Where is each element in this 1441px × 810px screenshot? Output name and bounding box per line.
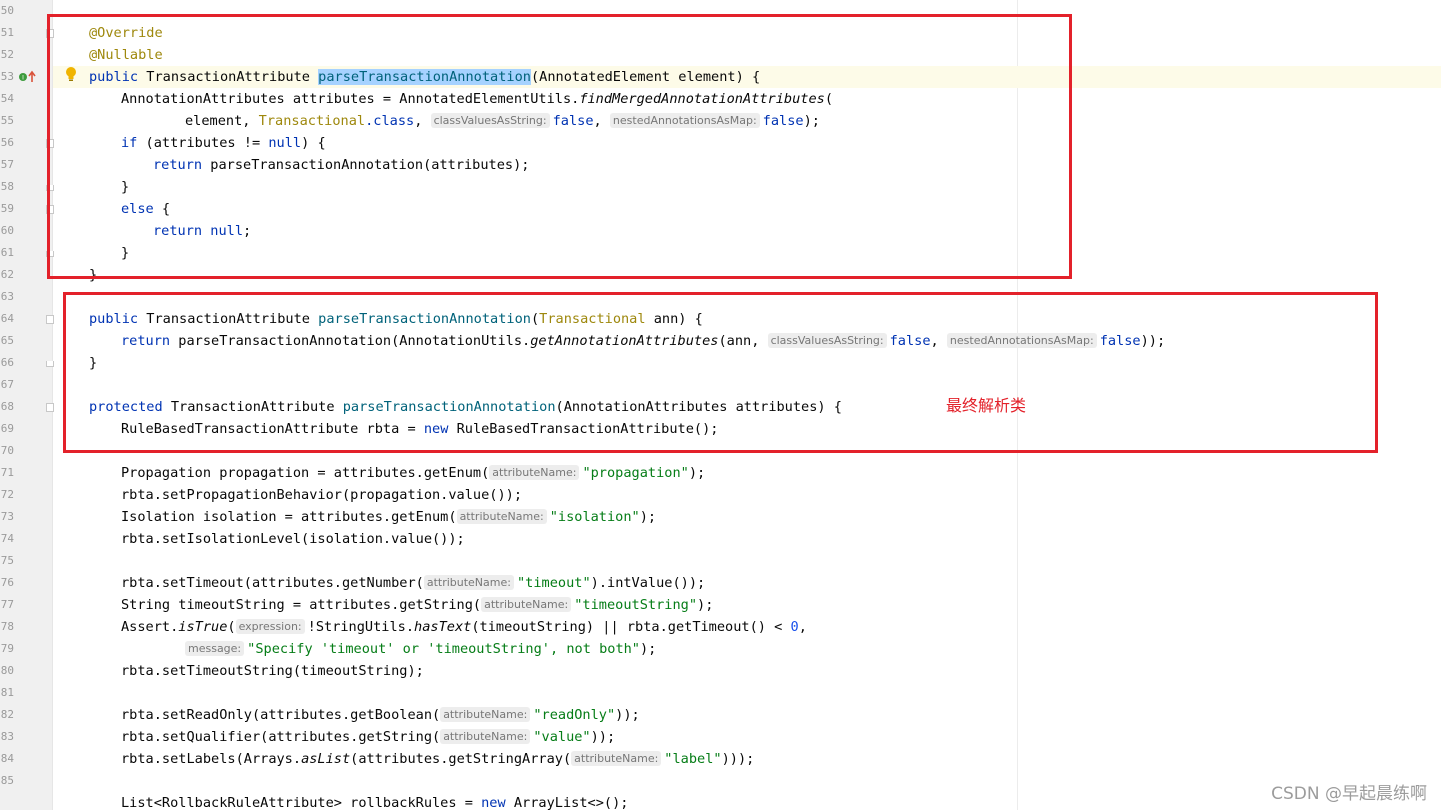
fold-marker[interactable] — [46, 315, 54, 324]
parameter-hint: attributeName: — [440, 729, 531, 744]
parameter-hint: attributeName: — [571, 751, 662, 766]
line-number: 65 — [0, 334, 14, 347]
parameter-hint: attributeName: — [489, 465, 580, 480]
code-line[interactable]: rbta.setIsolationLevel(isolation.value()… — [121, 528, 465, 550]
line-number: 68 — [0, 400, 14, 413]
line-number: 71 — [0, 466, 14, 479]
fold-marker[interactable] — [46, 403, 54, 412]
line-number: 76 — [0, 576, 14, 589]
line-number: 60 — [0, 224, 14, 237]
line-number: 55 — [0, 114, 14, 127]
line-number: 57 — [0, 158, 14, 171]
code-line[interactable]: rbta.setLabels(Arrays.asList(attributes.… — [121, 748, 754, 770]
watermark: CSDN @早起晨练啊 — [1271, 784, 1427, 804]
highlight-box — [47, 14, 1072, 279]
line-number: 80 — [0, 664, 14, 677]
line-number: 62 — [0, 268, 14, 281]
line-number: 61 — [0, 246, 14, 259]
line-number: 77 — [0, 598, 14, 611]
code-line[interactable]: Assert.isTrue(expression: !StringUtils.ha… — [121, 616, 807, 638]
line-number: 54 — [0, 92, 14, 105]
code-line[interactable]: String timeoutString = attributes.getStr… — [121, 594, 713, 616]
line-number: 83 — [0, 730, 14, 743]
code-line[interactable]: rbta.setReadOnly(attributes.getBoolean(a… — [121, 704, 640, 726]
line-number: 69 — [0, 422, 14, 435]
line-number: 64 — [0, 312, 14, 325]
line-number: 82 — [0, 708, 14, 721]
line-number: 52 — [0, 48, 14, 61]
fold-marker[interactable] — [46, 361, 54, 367]
line-number: 85 — [0, 774, 14, 787]
line-number: 78 — [0, 620, 14, 633]
line-number: 56 — [0, 136, 14, 149]
line-number: 53 — [0, 70, 14, 83]
line-number: 59 — [0, 202, 14, 215]
line-number: 58 — [0, 180, 14, 193]
highlight-box — [63, 292, 1378, 453]
parameter-hint: attributeName: — [456, 509, 547, 524]
parameter-hint: attributeName: — [481, 597, 572, 612]
parameter-hint: attributeName: — [423, 575, 514, 590]
parameter-hint: message: — [185, 641, 245, 656]
line-number: 72 — [0, 488, 14, 501]
annotation-note: 最终解析类 — [946, 396, 1027, 415]
code-line[interactable]: List<RollbackRuleAttribute> rollbackRule… — [121, 792, 628, 810]
code-line[interactable]: Isolation isolation = attributes.getEnum… — [121, 506, 656, 528]
line-number: 84 — [0, 752, 14, 765]
line-number: 81 — [0, 686, 14, 699]
line-number: 51 — [0, 26, 14, 39]
line-number: 70 — [0, 444, 14, 457]
code-line[interactable]: rbta.setTimeoutString(timeoutString); — [121, 660, 424, 682]
code-line[interactable]: rbta.setPropagationBehavior(propagation.… — [121, 484, 522, 506]
svg-text:I: I — [22, 75, 24, 82]
parameter-hint: expression: — [235, 619, 305, 634]
implementation-marker-icon[interactable]: I — [18, 70, 38, 84]
line-number: 50 — [0, 4, 14, 17]
parameter-hint: attributeName: — [440, 707, 531, 722]
code-line[interactable]: rbta.setQualifier(attributes.getString(a… — [121, 726, 615, 748]
line-number: 63 — [0, 290, 14, 303]
line-number: 74 — [0, 532, 14, 545]
line-number: 75 — [0, 554, 14, 567]
line-number: 66 — [0, 356, 14, 369]
line-number: 73 — [0, 510, 14, 523]
code-line[interactable]: message: "Specify 'timeout' or 'timeoutSt… — [185, 638, 656, 660]
line-number: 79 — [0, 642, 14, 655]
code-line[interactable]: Propagation propagation = attributes.get… — [121, 462, 705, 484]
code-line[interactable]: rbta.setTimeout(attributes.getNumber(att… — [121, 572, 705, 594]
line-number: 67 — [0, 378, 14, 391]
